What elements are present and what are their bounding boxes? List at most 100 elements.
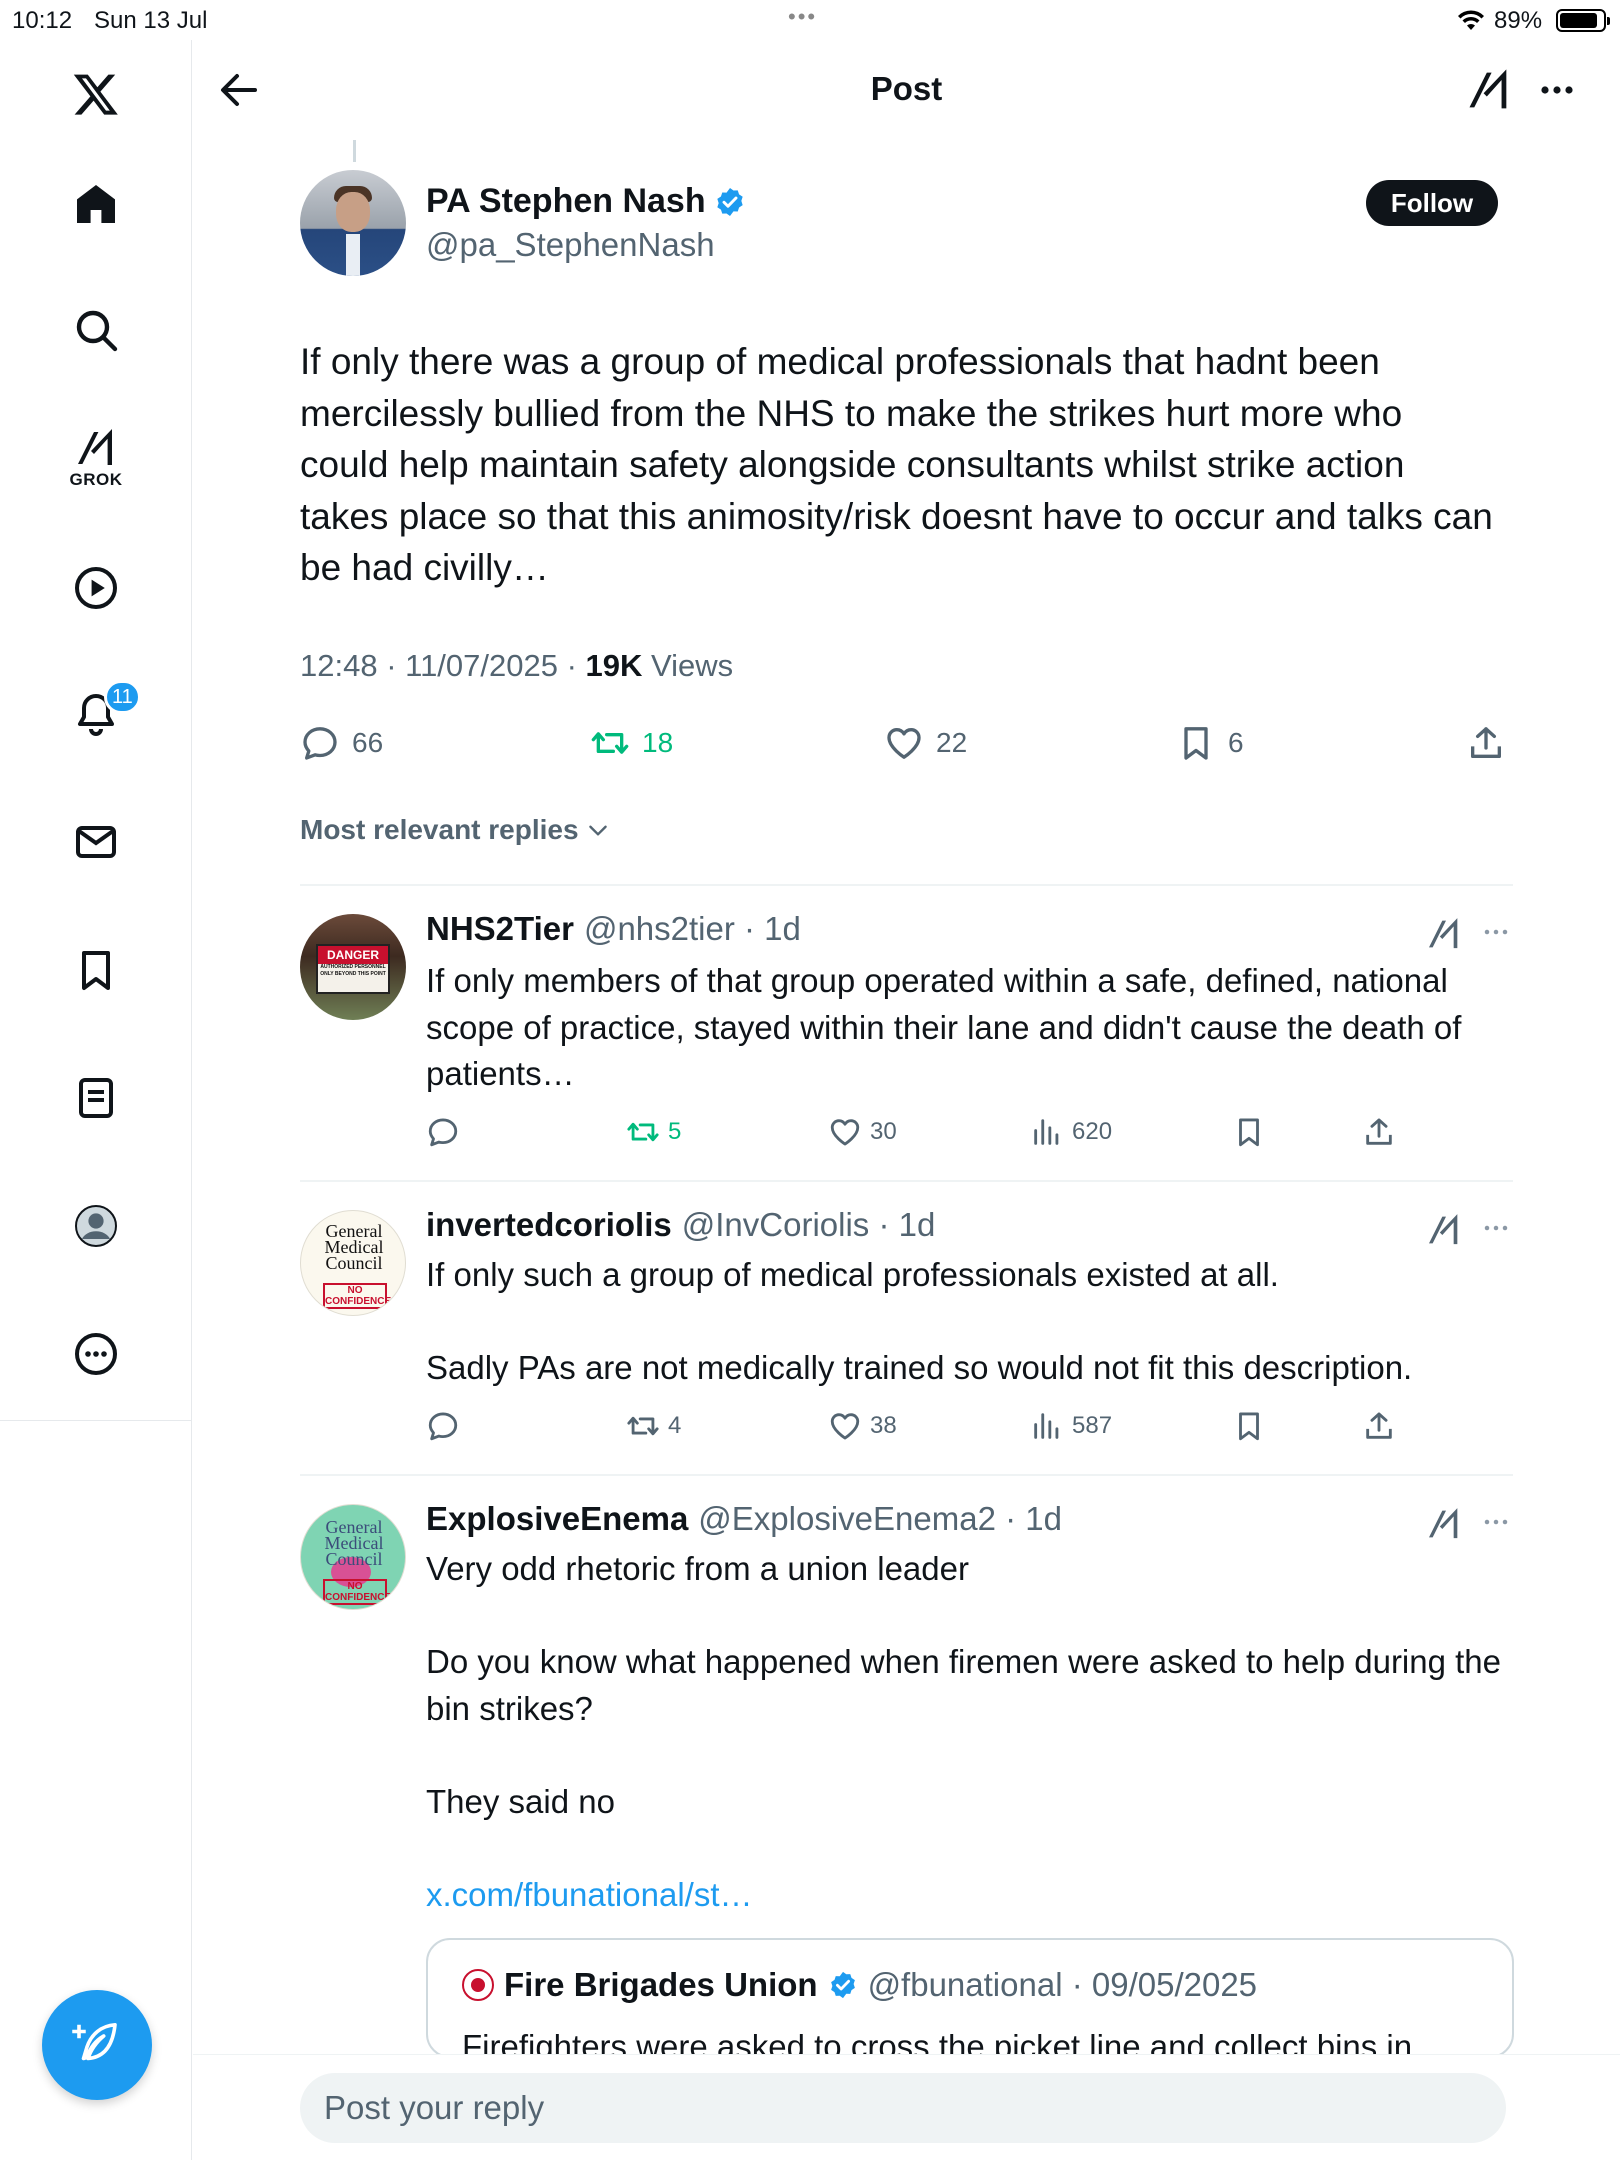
compose-icon — [72, 2022, 117, 2061]
share-icon — [1366, 1412, 1392, 1439]
x-logo-icon[interactable] — [62, 60, 130, 128]
like-button[interactable]: 30 — [828, 1112, 897, 1152]
author-name[interactable]: PA Stephen Nash — [426, 182, 746, 221]
more-dots-icon[interactable] — [1478, 1504, 1514, 1540]
sidebar-item-grok[interactable]: GROK — [62, 422, 130, 490]
reply-divider — [300, 1180, 1513, 1182]
repost-count: 4 — [668, 1412, 682, 1439]
post-timestamp[interactable]: 12:48 · 11/07/2025 · — [300, 648, 586, 683]
repost-button[interactable]: 18 — [590, 718, 673, 768]
views-button[interactable]: 620 — [1030, 1112, 1112, 1152]
quoted-post-header: Fire Brigades Union @fbunational · 09/05… — [462, 1966, 1257, 2004]
search-icon[interactable] — [62, 296, 130, 364]
views-bar-chart-icon — [1034, 1413, 1059, 1439]
reply-author-line[interactable]: ExplosiveEnema @ExplosiveEnema2 · 1d — [426, 1500, 1062, 1538]
reply-author-name[interactable]: ExplosiveEnema — [426, 1500, 688, 1538]
reply-author-handle[interactable]: @InvCoriolis · 1d — [682, 1206, 936, 1244]
reply-avatar[interactable]: General Medical Council NO CONFIDENCE — [300, 1210, 406, 1316]
repost-button[interactable]: 5 — [626, 1112, 681, 1152]
more-dots-icon[interactable] — [1478, 1210, 1514, 1246]
status-bar: 10:12 Sun 13 Jul ••• 89% — [0, 0, 1620, 40]
repost-button[interactable]: 4 — [626, 1406, 681, 1446]
bookmark-button[interactable] — [1232, 1406, 1266, 1446]
bookmark-button[interactable] — [1232, 1112, 1266, 1152]
views-bar-chart-icon — [1034, 1119, 1059, 1145]
repost-icon — [591, 732, 629, 754]
like-button[interactable]: 22 — [884, 718, 967, 768]
more-dots-icon[interactable] — [1533, 66, 1581, 114]
views-button[interactable]: 587 — [1030, 1406, 1112, 1446]
grok-icon — [78, 429, 112, 465]
reply-text: If only such a group of medical professi… — [426, 1252, 1516, 1392]
reply-link[interactable]: x.com/fbunational/st… — [426, 1872, 1516, 1919]
grok-icon[interactable] — [1424, 1504, 1464, 1544]
reply-text-line: Sadly PAs are not medically trained so w… — [426, 1349, 1413, 1386]
share-button[interactable] — [1466, 718, 1506, 768]
author-avatar[interactable] — [300, 170, 406, 276]
bookmark-icon — [1184, 727, 1208, 760]
reply-text-line: They said no — [426, 1782, 615, 1820]
more-dots-icon[interactable] — [1478, 914, 1514, 950]
bookmark-icon[interactable] — [62, 936, 130, 1004]
grok-icon[interactable] — [1463, 64, 1515, 116]
repost-count: 18 — [642, 727, 674, 758]
heart-icon — [830, 1119, 860, 1146]
status-date: Sun 13 Jul — [94, 7, 208, 34]
reply-button[interactable]: 66 — [300, 718, 383, 768]
wifi-icon — [1456, 6, 1486, 39]
reply-author-handle[interactable]: @nhs2tier · 1d — [584, 910, 801, 948]
share-button[interactable] — [1362, 1112, 1396, 1152]
repost-icon — [627, 1416, 659, 1436]
reply-divider — [300, 1474, 1513, 1476]
reply-composer-bar — [193, 2054, 1620, 2160]
reply-text-line: If only such a group of medical professi… — [426, 1256, 1279, 1293]
chevron-down-icon — [588, 825, 607, 836]
play-icon[interactable] — [62, 554, 130, 622]
heart-icon — [887, 728, 921, 759]
reply-button[interactable] — [426, 1112, 460, 1152]
reply-author-name[interactable]: NHS2Tier — [426, 910, 574, 948]
reply-author-line[interactable]: NHS2Tier @nhs2tier · 1d — [426, 910, 801, 948]
repost-count: 5 — [668, 1118, 682, 1145]
compose-button[interactable] — [42, 1990, 152, 2100]
views-count: 19K — [585, 648, 643, 683]
share-button[interactable] — [1362, 1406, 1396, 1446]
battery-percent: 89% — [1494, 7, 1543, 34]
follow-button[interactable]: Follow — [1366, 180, 1498, 226]
reply-author-name[interactable]: invertedcoriolis — [426, 1206, 672, 1244]
list-icon[interactable] — [62, 1064, 130, 1132]
like-count: 22 — [936, 727, 968, 758]
reply-actions: 5 30 620 — [426, 1112, 1426, 1152]
grok-icon[interactable] — [1424, 1210, 1464, 1250]
post-actions: 66 18 22 6 — [300, 718, 1510, 768]
reply-button[interactable] — [426, 1406, 460, 1446]
like-button[interactable]: 38 — [828, 1406, 897, 1446]
profile-icon[interactable] — [62, 1192, 130, 1260]
reply-author-line[interactable]: invertedcoriolis @InvCoriolis · 1d — [426, 1206, 935, 1244]
grok-icon[interactable] — [1424, 914, 1464, 954]
reply-icon — [428, 1412, 458, 1441]
mail-icon[interactable] — [62, 808, 130, 876]
multitask-dots-icon[interactable]: ••• — [788, 4, 817, 30]
reply-author-handle[interactable]: @ExplosiveEnema2 · 1d — [698, 1500, 1062, 1538]
author-handle[interactable]: @pa_StephenNash — [426, 226, 715, 264]
quoted-post-card[interactable]: Fire Brigades Union @fbunational · 09/05… — [426, 1938, 1514, 2058]
views-count: 587 — [1072, 1412, 1113, 1439]
reply-icon — [428, 1118, 458, 1147]
bookmark-icon — [1239, 1118, 1259, 1147]
share-icon — [1471, 727, 1501, 758]
reply-text: Very odd rhetoric from a union leader Do… — [426, 1546, 1516, 1918]
reply-input[interactable] — [300, 2073, 1506, 2143]
more-circle-icon[interactable] — [62, 1320, 130, 1388]
post-meta: 12:48 · 11/07/2025 · 19K Views — [300, 648, 733, 684]
bookmark-button[interactable]: 6 — [1176, 718, 1244, 768]
reply-text-line: Do you know what happened when firemen w… — [426, 1643, 1502, 1727]
reply-avatar[interactable]: DANGER AUTHORIZED PERSONNEL ONLY BEYOND T… — [300, 914, 406, 1020]
home-icon[interactable] — [62, 170, 130, 238]
reply-avatar[interactable]: General Medical Council NO CONFIDENCE — [300, 1504, 406, 1610]
views-label: Views — [642, 648, 734, 683]
reply-icon — [303, 727, 337, 760]
replies-sort-dropdown[interactable]: Most relevant replies — [300, 814, 611, 846]
sidebar-item-notifications[interactable]: 11 — [62, 680, 141, 748]
bookmark-count: 6 — [1228, 727, 1244, 758]
